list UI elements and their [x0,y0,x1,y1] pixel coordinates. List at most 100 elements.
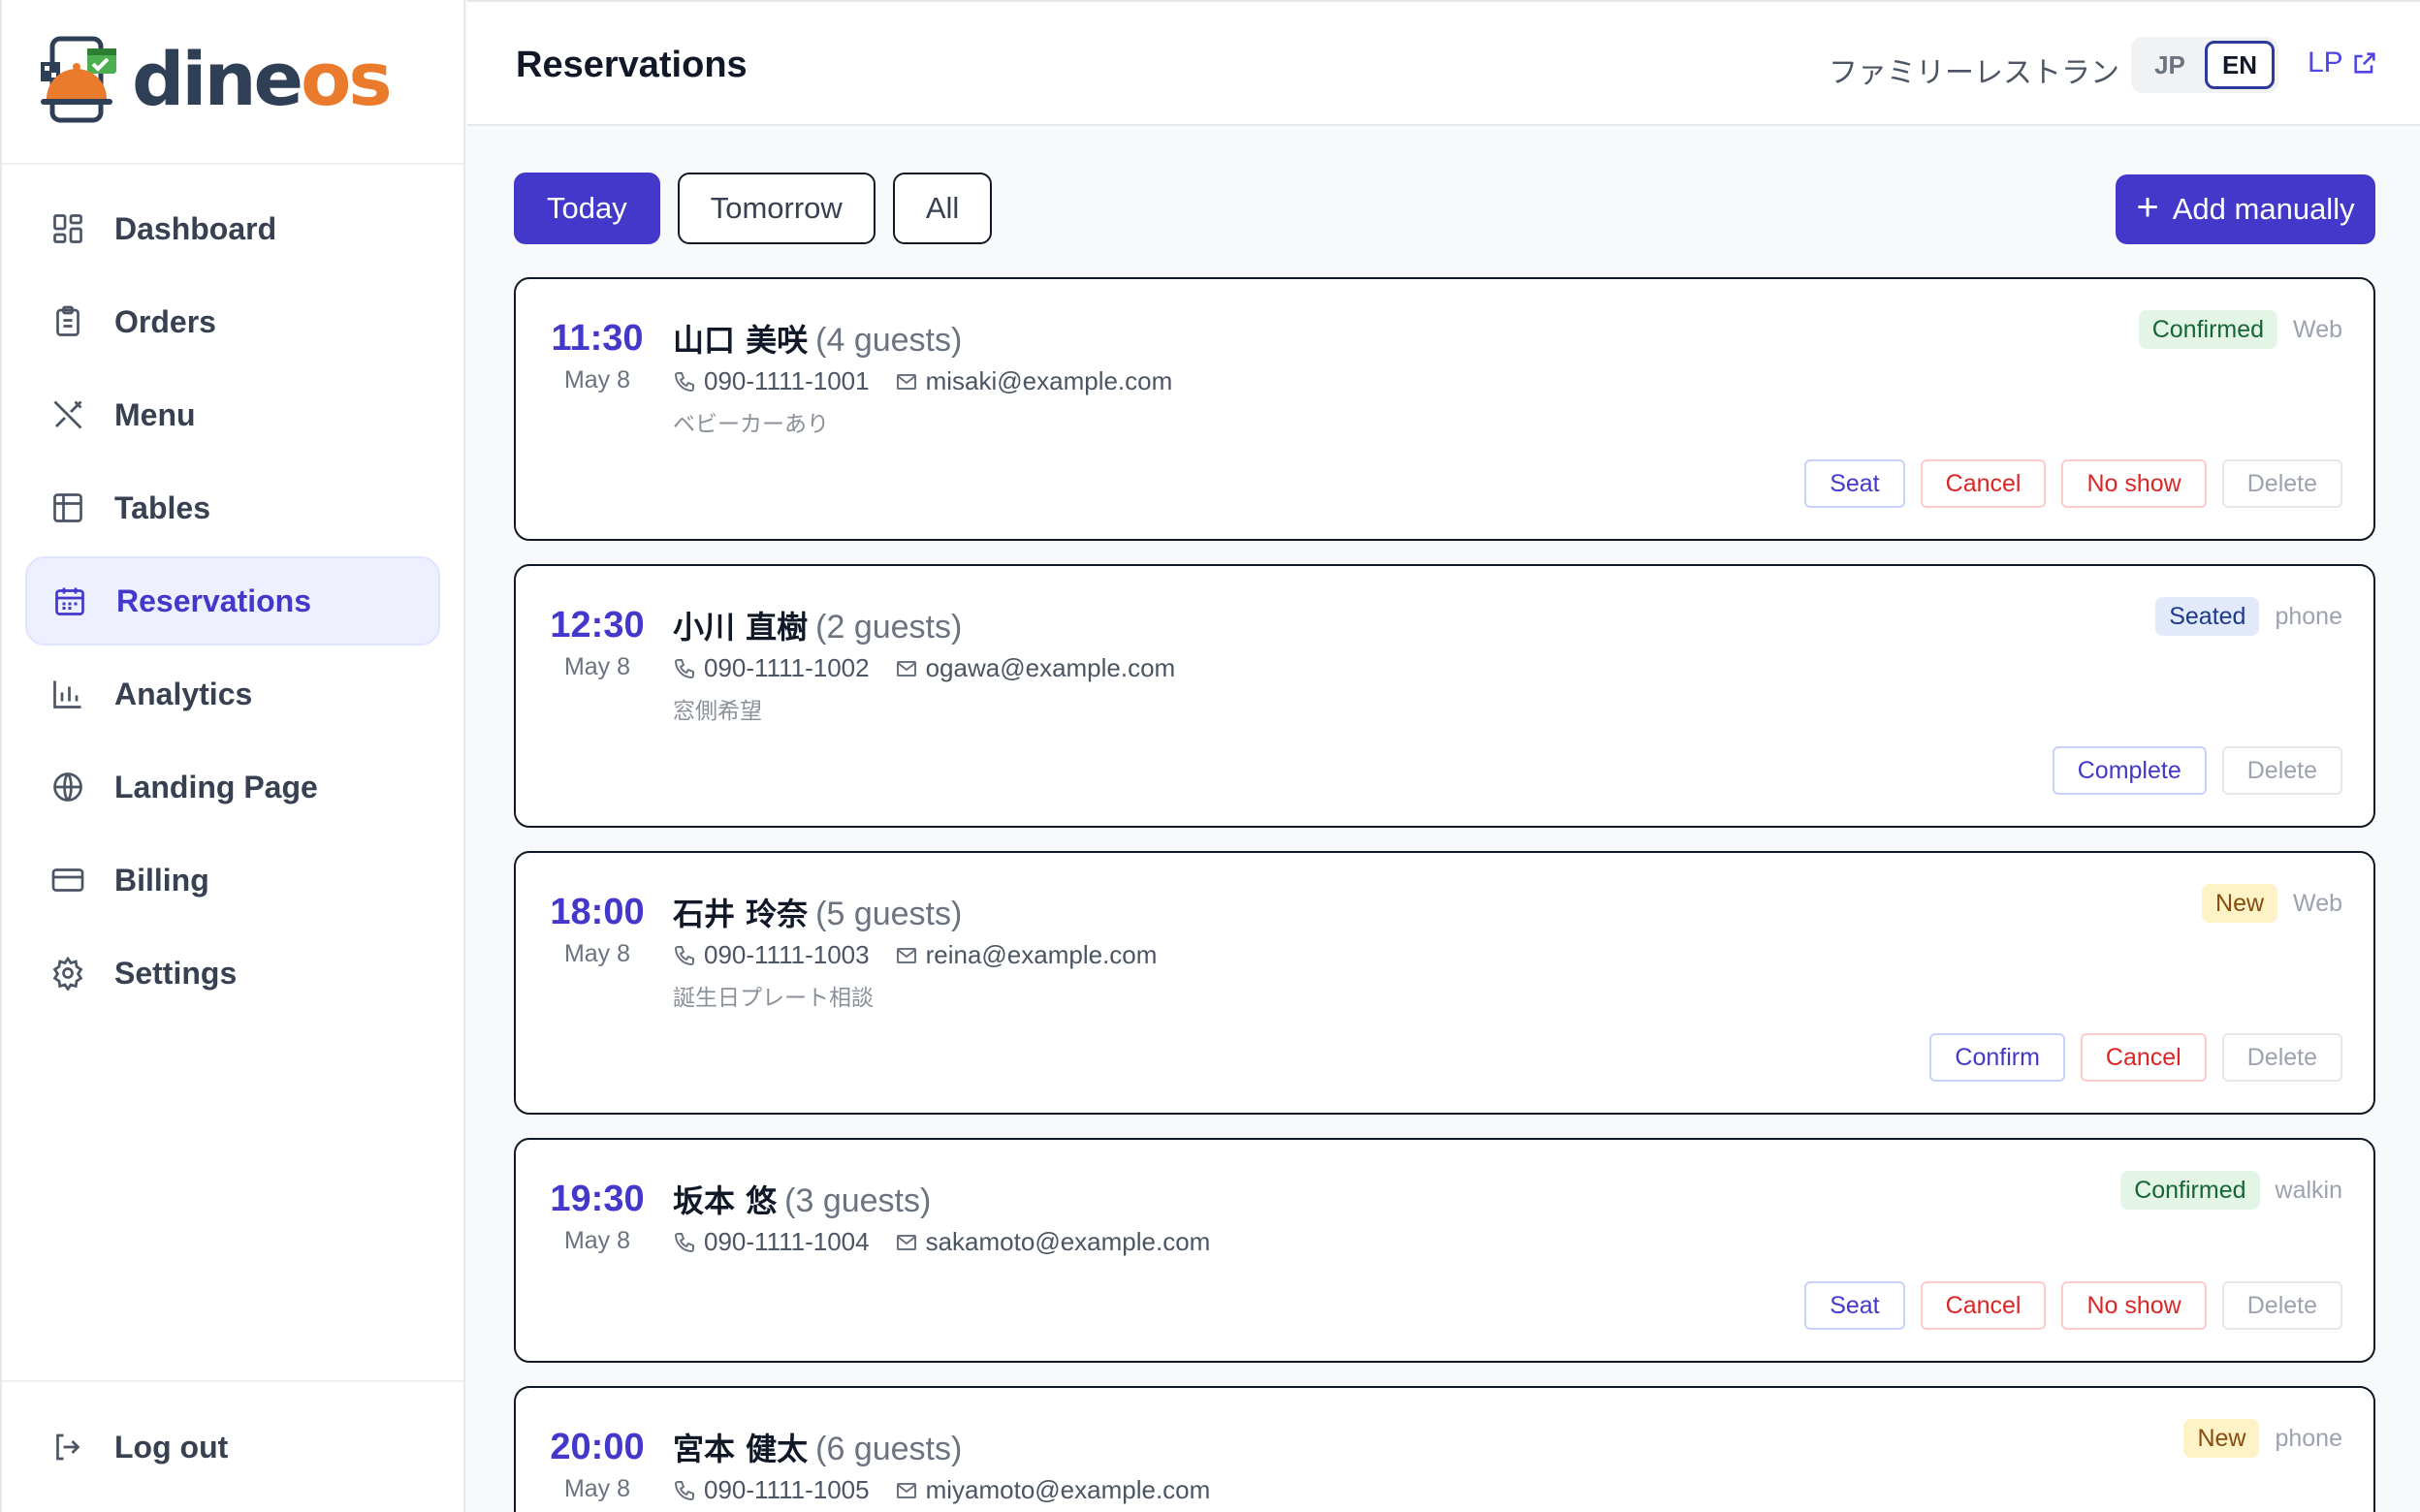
guest-count: (5 guests) [815,896,963,932]
reservation-card: 19:30 May 8 坂本 悠 (3 guests) 090-1111-1004… [514,1138,2375,1363]
status-badge: Confirmed [2120,1171,2260,1210]
sidebar-item-label: Menu [114,396,196,432]
cancel-button[interactable]: Cancel [1920,1281,2047,1330]
guest-line: 宮本 健太 (6 guests) [673,1425,962,1469]
reservation-card: 20:00 May 8 宮本 健太 (6 guests) 090-1111-100… [514,1386,2375,1512]
reservation-meta: New phone [2183,1419,2342,1458]
guest-phone[interactable]: 090-1111-1004 [704,1227,870,1257]
guest-email[interactable]: miyamoto@example.com [926,1475,1211,1505]
cancel-button[interactable]: Cancel [1920,459,2047,508]
reservation-time: 20:00 [550,1427,645,1467]
top-header: Reservations ファミリーレストラン JP EN LP [467,0,2420,126]
reservation-source: Web [2293,889,2342,917]
guest-name: 石井 玲奈 [673,896,809,932]
sidebar-item-label: Reservations [116,583,311,618]
brand[interactable]: dineos [2,0,463,165]
guest-phone[interactable]: 090-1111-1005 [704,1475,870,1505]
phone-icon [674,1232,694,1252]
guest-line: 山口 美咲 (4 guests) [673,316,962,361]
delete-button[interactable]: Delete [2221,746,2342,795]
lang-en-button[interactable]: EN [2205,41,2275,89]
guest-phone[interactable]: 090-1111-1002 [704,653,870,683]
restaurant-logo-icon [41,36,116,123]
guest-name: 小川 直樹 [673,609,809,646]
sidebar-item-dashboard[interactable]: Dashboard [25,184,440,273]
contact-info: 090-1111-1003 reina@example.com [673,940,1157,970]
phone-icon [674,658,694,678]
guest-email[interactable]: misaki@example.com [926,366,1173,396]
reservation-date: May 8 [563,1227,631,1254]
confirm-button[interactable]: Confirm [1929,1033,2065,1082]
reservation-date: May 8 [563,940,631,967]
delete-button[interactable]: Delete [2221,459,2342,508]
sidebar-item-reservations[interactable]: Reservations [25,556,440,646]
filter-tomorrow-button[interactable]: Tomorrow [677,173,876,244]
contact-info: 090-1111-1004 sakamoto@example.com [673,1227,1210,1257]
lp-link-label: LP [2308,47,2343,79]
guest-line: 坂本 悠 (3 guests) [673,1177,931,1221]
status-badge: Confirmed [2138,310,2278,349]
brand-name-part2: os [301,35,392,122]
guest-email[interactable]: reina@example.com [926,940,1158,970]
sidebar-item-analytics[interactable]: Analytics [25,649,440,739]
filter-today-button[interactable]: Today [514,173,660,244]
lang-jp-button[interactable]: JP [2135,41,2205,89]
guest-phone[interactable]: 090-1111-1001 [704,366,870,396]
mail-icon [896,1234,916,1250]
cancel-button[interactable]: Cancel [2080,1033,2207,1082]
reservation-time: 18:00 [550,892,645,932]
reservation-actions: Complete Delete [2037,746,2342,795]
logout-label: Log out [114,1429,229,1465]
complete-button[interactable]: Complete [2052,746,2207,795]
plus-icon: + [2136,185,2159,229]
delete-button[interactable]: Delete [2221,1033,2342,1082]
sidebar-item-tables[interactable]: Tables [25,463,440,552]
reservation-note: 窓側希望 [673,699,762,724]
sidebar-item-label: Orders [114,303,216,339]
status-badge: New [2183,1419,2260,1458]
phone-icon [674,371,694,392]
phone-icon [674,1480,694,1500]
sidebar-item-label: Dashboard [114,210,277,246]
seat-button[interactable]: Seat [1804,1281,1905,1330]
reservation-source: phone [2275,1424,2342,1452]
restaurant-name: ファミリーレストラン [1829,57,2119,89]
seat-button[interactable]: Seat [1804,459,1905,508]
guest-email[interactable]: ogawa@example.com [926,653,1176,683]
sidebar-item-settings[interactable]: Settings [25,929,440,1018]
reservation-note: 誕生日プレート相談 [673,986,874,1011]
sidebar-item-orders[interactable]: Orders [25,277,440,366]
sidebar-item-billing[interactable]: Billing [25,835,440,925]
no-show-button[interactable]: No show [2061,459,2207,508]
guest-phone[interactable]: 090-1111-1003 [704,940,870,970]
language-toggle: JP EN [2131,37,2278,93]
phone-icon [674,945,694,965]
guest-name: 宮本 健太 [673,1431,809,1467]
filter-all-button[interactable]: All [892,173,993,244]
reservation-card: 18:00 May 8 石井 玲奈 (5 guests) 090-1111-100… [514,851,2375,1115]
guest-email[interactable]: sakamoto@example.com [926,1227,1211,1257]
sidebar-item-menu[interactable]: Menu [25,370,440,459]
guest-name: 坂本 悠 [673,1182,778,1219]
guest-line: 小川 直樹 (2 guests) [673,603,962,647]
logout-icon [56,1433,80,1461]
reservation-time: 11:30 [551,318,644,359]
status-badge: New [2202,884,2278,923]
globe-icon [53,772,82,802]
logout-button[interactable]: Log out [2,1380,463,1512]
bar-chart-icon [53,680,81,709]
delete-button[interactable]: Delete [2221,1281,2342,1330]
brand-name: dineos [132,35,393,122]
mail-icon [896,947,916,963]
reservation-source: phone [2275,602,2342,630]
clipboard-icon [56,305,80,336]
sidebar-item-landing-page[interactable]: Landing Page [25,742,440,832]
lp-link[interactable]: LP [2308,47,2378,79]
gear-icon [52,956,83,991]
reservation-card: 11:30 May 8 山口 美咲 (4 guests) 090-1111-100… [514,277,2375,541]
mail-icon [896,660,916,677]
date-filter-group: Today Tomorrow All [514,173,1009,244]
add-manually-button[interactable]: + Add manually [2116,174,2375,244]
sidebar-item-label: Analytics [114,676,253,711]
no-show-button[interactable]: No show [2061,1281,2207,1330]
